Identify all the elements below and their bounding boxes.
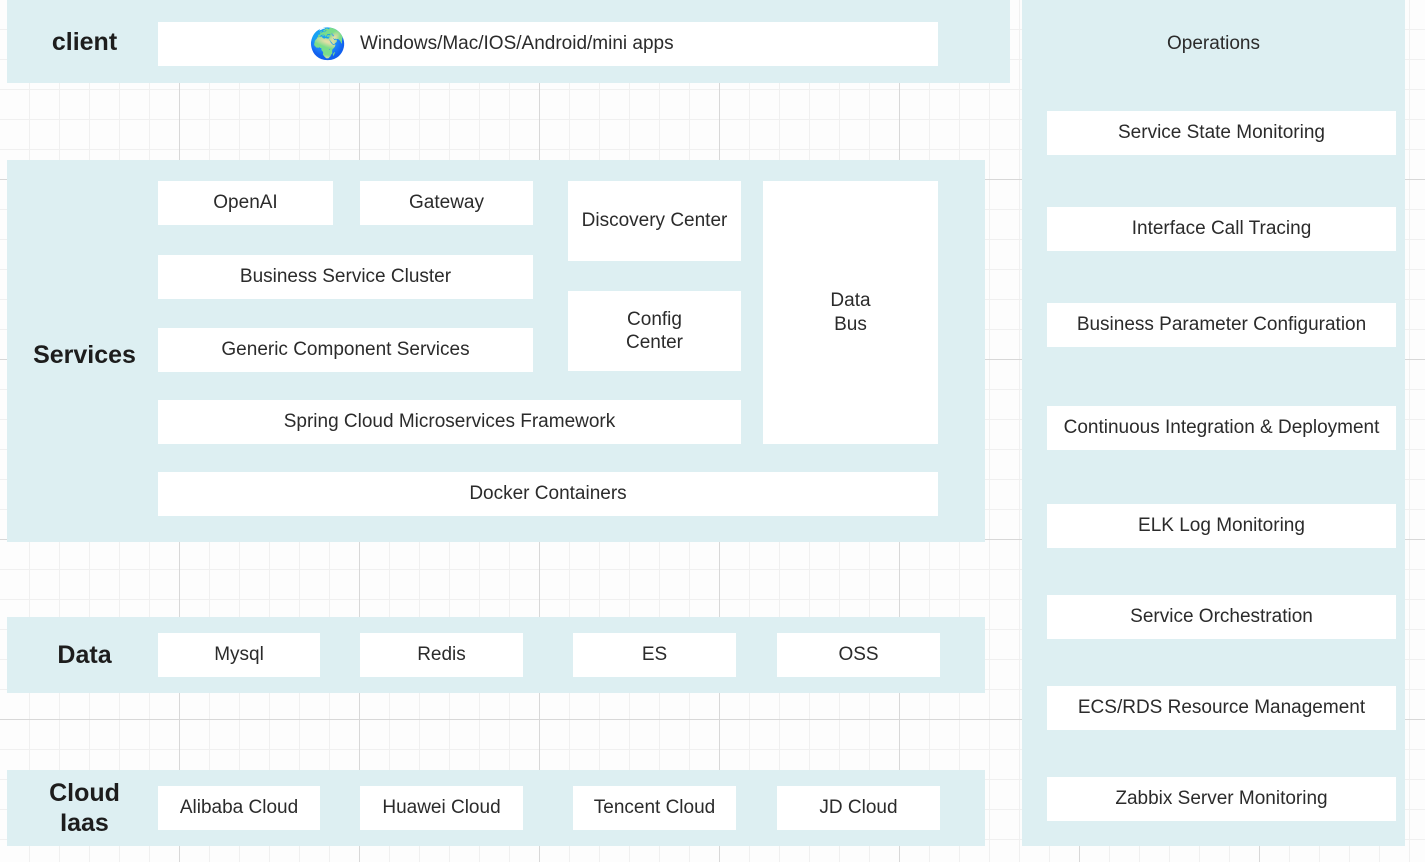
- services-box-discovery-center[interactable]: Discovery Center: [568, 181, 741, 261]
- services-box-spring-cloud-framework[interactable]: Spring Cloud Microservices Framework: [158, 400, 741, 444]
- services-box-generic-component-services[interactable]: Generic Component Services: [158, 328, 533, 372]
- services-layer-label: Services: [33, 341, 136, 369]
- services-box-gateway[interactable]: Gateway: [360, 181, 533, 225]
- services-box-docker-containers[interactable]: Docker Containers: [158, 472, 938, 516]
- client-platforms-label: Windows/Mac/IOS/Android/mini apps: [360, 33, 674, 55]
- globe-icon: 🌍: [309, 28, 347, 61]
- operations-item-elk-log-monitoring[interactable]: ELK Log Monitoring: [1047, 504, 1396, 548]
- data-box-mysql[interactable]: Mysql: [158, 633, 320, 677]
- client-layer-label: client: [51, 28, 118, 56]
- data-layer-label: Data: [57, 641, 112, 669]
- operations-item-service-state-monitoring[interactable]: Service State Monitoring: [1047, 111, 1396, 155]
- operations-panel-title: Operations: [1167, 33, 1260, 54]
- diagram-canvas: client 🌍 Windows/Mac/IOS/Android/mini ap…: [0, 0, 1425, 862]
- cloud-box-tencent-cloud[interactable]: Tencent Cloud: [573, 786, 736, 830]
- data-box-es[interactable]: ES: [573, 633, 736, 677]
- operations-item-interface-call-tracing[interactable]: Interface Call Tracing: [1047, 207, 1396, 251]
- data-box-oss[interactable]: OSS: [777, 633, 940, 677]
- cloud-box-jd-cloud[interactable]: JD Cloud: [777, 786, 940, 830]
- services-box-business-service-cluster[interactable]: Business Service Cluster: [158, 255, 533, 299]
- operations-item-service-orchestration[interactable]: Service Orchestration: [1047, 595, 1396, 639]
- cloud-box-alibaba-cloud[interactable]: Alibaba Cloud: [158, 786, 320, 830]
- operations-item-zabbix-server-monitoring[interactable]: Zabbix Server Monitoring: [1047, 777, 1396, 821]
- operations-item-continuous-integration-deployment[interactable]: Continuous Integration & Deployment: [1047, 406, 1396, 450]
- services-box-openai[interactable]: OpenAI: [158, 181, 333, 225]
- services-box-data-bus[interactable]: Data Bus: [763, 181, 938, 444]
- operations-item-ecs-rds-resource-management[interactable]: ECS/RDS Resource Management: [1047, 686, 1396, 730]
- cloud-iaas-layer-label: Cloud Iaas: [49, 779, 120, 837]
- services-box-config-center[interactable]: Config Center: [568, 291, 741, 371]
- operations-item-business-parameter-configuration[interactable]: Business Parameter Configuration: [1047, 303, 1396, 347]
- data-box-redis[interactable]: Redis: [360, 633, 523, 677]
- cloud-box-huawei-cloud[interactable]: Huawei Cloud: [360, 786, 523, 830]
